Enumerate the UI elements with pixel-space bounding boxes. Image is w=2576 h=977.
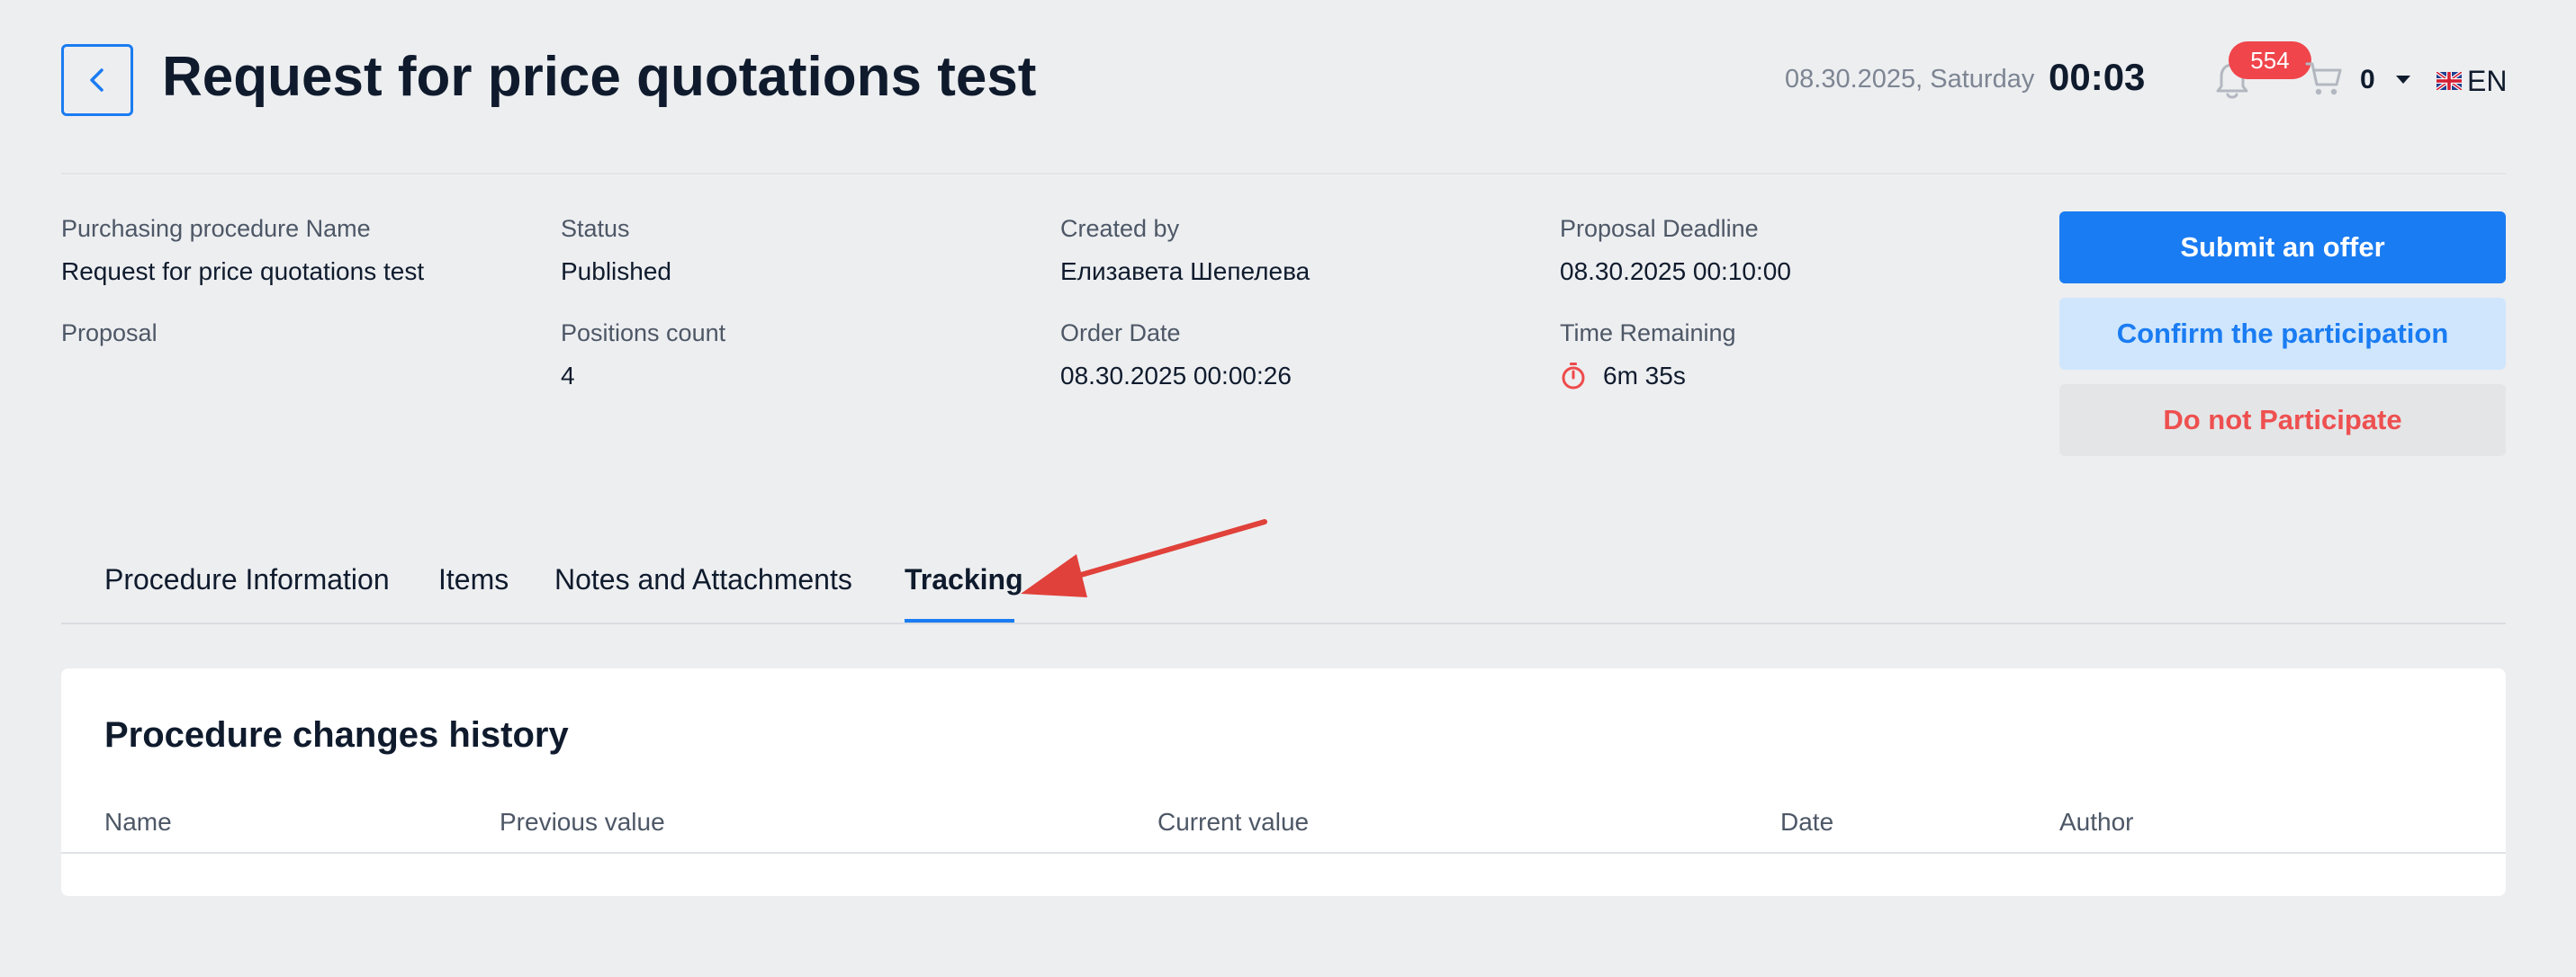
language-selector[interactable]: EN	[2467, 65, 2507, 98]
positions-count-value: 4	[561, 362, 575, 390]
time-remaining-label: Time Remaining	[1560, 319, 1736, 346]
uk-flag-icon	[2436, 72, 2462, 90]
header-time: 00:03	[2049, 56, 2146, 98]
header-divider	[61, 173, 2506, 175]
tab-procedure-information[interactable]: Procedure Information	[104, 563, 390, 596]
do-not-participate-button[interactable]: Do not Participate	[2059, 384, 2506, 456]
column-header-date: Date	[1780, 808, 1834, 836]
created-by-label: Created by	[1060, 215, 1180, 242]
status-value: Published	[561, 257, 671, 285]
created-by-value: Елизавета Шепелева	[1060, 257, 1311, 285]
confirm-participation-button[interactable]: Confirm the participation	[2059, 298, 2506, 370]
tab-items[interactable]: Items	[438, 563, 509, 596]
time-remaining-value: 6m 35s	[1603, 362, 1686, 390]
history-title: Procedure changes history	[104, 715, 569, 755]
column-header-current-value: Current value	[1157, 808, 1310, 836]
status-label: Status	[561, 215, 630, 242]
tab-notes-and-attachments[interactable]: Notes and Attachments	[554, 563, 852, 596]
order-date-label: Order Date	[1060, 319, 1181, 346]
history-card	[61, 668, 2506, 896]
header-date: 08.30.2025, Saturday	[1785, 65, 2035, 94]
order-date-value: 08.30.2025 00:00:26	[1060, 362, 1292, 390]
proposal-deadline-value: 08.30.2025 00:10:00	[1560, 257, 1791, 285]
chevron-left-icon	[90, 68, 104, 92]
annotation-arrow-icon	[1021, 519, 1267, 597]
cart-button[interactable]	[2304, 59, 2344, 99]
proposal-label: Proposal	[61, 319, 158, 346]
page-title: Request for price quotations test	[162, 46, 1037, 108]
column-header-previous-value: Previous value	[500, 808, 665, 836]
notification-badge: 554	[2229, 41, 2311, 79]
chevron-down-icon[interactable]	[2396, 76, 2410, 84]
submit-offer-button[interactable]: Submit an offer	[2059, 211, 2506, 283]
tabs-divider	[61, 623, 2506, 624]
back-button[interactable]	[61, 44, 133, 116]
proposal-deadline-label: Proposal Deadline	[1560, 215, 1759, 242]
table-header-divider	[61, 852, 2506, 854]
positions-count-label: Positions count	[561, 319, 726, 346]
stopwatch-icon	[1562, 363, 1585, 390]
cart-count: 0	[2360, 65, 2375, 94]
purchasing-name-value: Request for price quotations test	[61, 257, 425, 285]
column-header-author: Author	[2059, 808, 2134, 836]
column-header-name: Name	[104, 808, 172, 836]
cart-icon	[2305, 62, 2342, 95]
purchasing-name-label: Purchasing procedure Name	[61, 215, 371, 242]
